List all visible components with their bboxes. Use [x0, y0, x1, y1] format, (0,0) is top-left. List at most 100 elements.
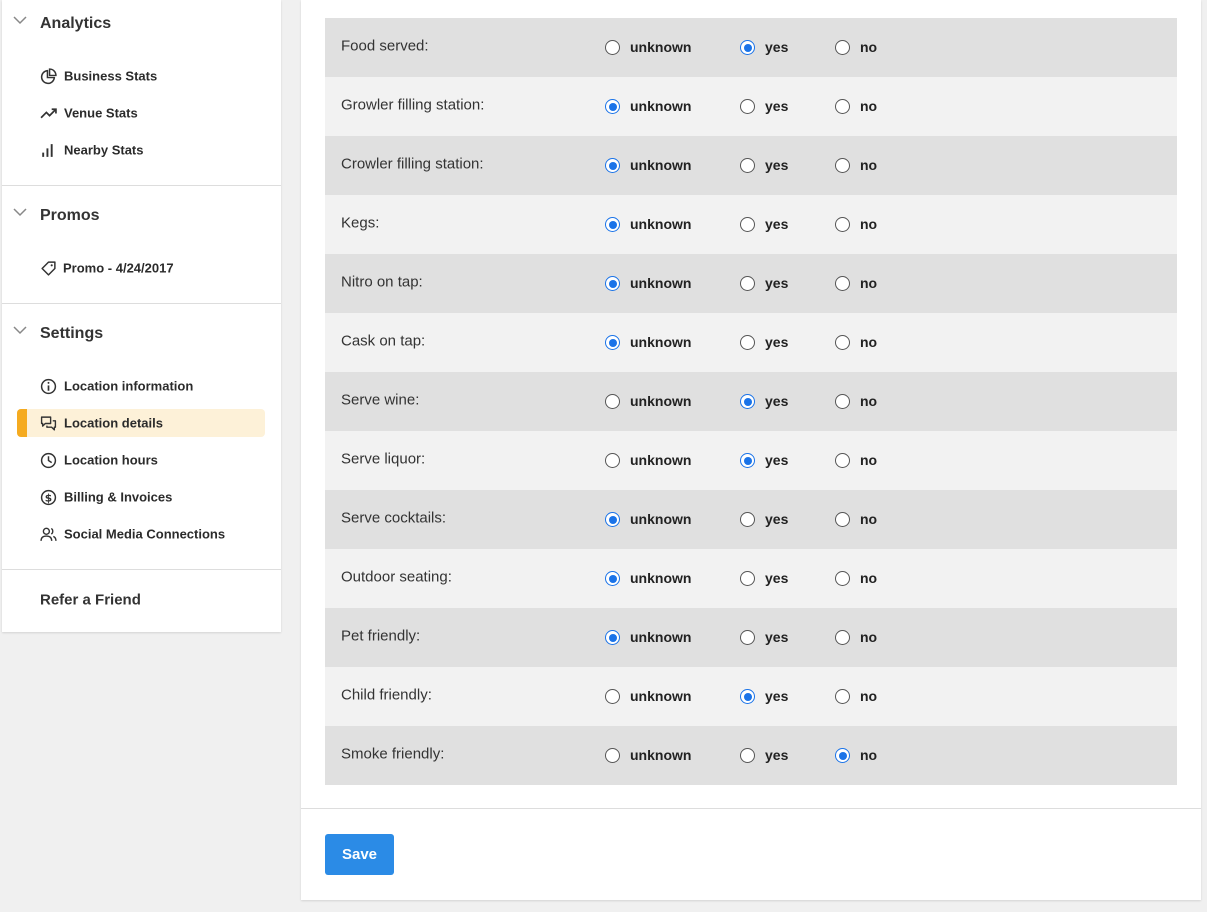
radio-label-no[interactable]: no [860, 570, 877, 586]
radio-button-unknown[interactable] [605, 99, 620, 114]
radio-button-unknown[interactable] [605, 748, 620, 763]
sidebar-item-label: Promo - 4/24/2017 [63, 260, 174, 276]
radio-button-yes[interactable] [740, 571, 755, 586]
radio-label-unknown[interactable]: unknown [630, 157, 691, 173]
radio-label-no[interactable]: no [860, 511, 877, 527]
radio-label-unknown[interactable]: unknown [630, 39, 691, 55]
radio-label-unknown[interactable]: unknown [630, 688, 691, 704]
radio-label-no[interactable]: no [860, 452, 877, 468]
radio-button-yes[interactable] [740, 158, 755, 173]
radio-label-yes[interactable]: yes [765, 570, 788, 586]
promos-section-header[interactable]: Promos [2, 202, 281, 226]
radio-label-yes[interactable]: yes [765, 511, 788, 527]
radio-label-no[interactable]: no [860, 216, 877, 232]
sidebar-item-nearby-stats[interactable]: Nearby Stats [17, 136, 265, 164]
radio-button-unknown[interactable] [605, 512, 620, 527]
radio-button-yes[interactable] [740, 630, 755, 645]
sidebar-item-location-details[interactable]: Location details [17, 409, 265, 437]
radio-label-unknown[interactable]: unknown [630, 511, 691, 527]
radio-label-yes[interactable]: yes [765, 39, 788, 55]
radio-label-no[interactable]: no [860, 393, 877, 409]
radio-label-unknown[interactable]: unknown [630, 216, 691, 232]
radio-button-yes[interactable] [740, 40, 755, 55]
radio-button-unknown[interactable] [605, 40, 620, 55]
radio-label-yes[interactable]: yes [765, 452, 788, 468]
sidebar-item-venue-stats[interactable]: Venue Stats [17, 99, 265, 127]
radio-button-no[interactable] [835, 99, 850, 114]
radio-label-no[interactable]: no [860, 747, 877, 763]
radio-button-yes[interactable] [740, 99, 755, 114]
analytics-section-header[interactable]: Analytics [2, 10, 281, 34]
radio-button-no[interactable] [835, 748, 850, 763]
radio-label-yes[interactable]: yes [765, 275, 788, 291]
refer-a-friend-link[interactable]: Refer a Friend [40, 592, 141, 609]
radio-label-yes[interactable]: yes [765, 688, 788, 704]
sidebar-item-billing-invoices[interactable]: $ Billing & Invoices [17, 483, 265, 511]
radio-button-no[interactable] [835, 630, 850, 645]
radio-label-unknown[interactable]: unknown [630, 393, 691, 409]
radio-button-unknown[interactable] [605, 394, 620, 409]
radio-label-yes[interactable]: yes [765, 393, 788, 409]
radio-button-yes[interactable] [740, 335, 755, 350]
radio-button-no[interactable] [835, 571, 850, 586]
radio-button-yes[interactable] [740, 276, 755, 291]
radio-label-unknown[interactable]: unknown [630, 334, 691, 350]
radio-label-no[interactable]: no [860, 629, 877, 645]
radio-button-unknown[interactable] [605, 217, 620, 232]
radio-label-no[interactable]: no [860, 157, 877, 173]
settings-section-header[interactable]: Settings [2, 320, 281, 344]
radio-button-no[interactable] [835, 276, 850, 291]
radio-label-yes[interactable]: yes [765, 157, 788, 173]
radio-button-unknown[interactable] [605, 571, 620, 586]
attribute-label: Smoke friendly: [341, 745, 445, 763]
chevron-down-icon[interactable] [13, 325, 27, 335]
radio-button-yes[interactable] [740, 512, 755, 527]
sidebar-item-social-media-connections[interactable]: Social Media Connections [17, 520, 265, 548]
radio-label-yes[interactable]: yes [765, 98, 788, 114]
radio-label-unknown[interactable]: unknown [630, 275, 691, 291]
radio-label-unknown[interactable]: unknown [630, 98, 691, 114]
radio-label-no[interactable]: no [860, 334, 877, 350]
radio-button-no[interactable] [835, 689, 850, 704]
radio-label-no[interactable]: no [860, 275, 877, 291]
radio-label-yes[interactable]: yes [765, 334, 788, 350]
radio-label-no[interactable]: no [860, 39, 877, 55]
radio-button-yes[interactable] [740, 394, 755, 409]
radio-button-unknown[interactable] [605, 276, 620, 291]
save-button[interactable]: Save [325, 834, 394, 875]
radio-button-no[interactable] [835, 40, 850, 55]
footer-divider [301, 808, 1201, 809]
radio-button-no[interactable] [835, 394, 850, 409]
radio-button-unknown[interactable] [605, 689, 620, 704]
radio-button-no[interactable] [835, 453, 850, 468]
radio-label-unknown[interactable]: unknown [630, 452, 691, 468]
sidebar: Analytics Business Stats Venue Stats Nea… [2, 0, 281, 632]
sidebar-item-location-hours[interactable]: Location hours [17, 446, 265, 474]
radio-button-no[interactable] [835, 158, 850, 173]
radio-button-unknown[interactable] [605, 630, 620, 645]
radio-button-yes[interactable] [740, 217, 755, 232]
radio-button-no[interactable] [835, 512, 850, 527]
sidebar-item-business-stats[interactable]: Business Stats [17, 62, 265, 90]
radio-label-no[interactable]: no [860, 688, 877, 704]
radio-label-unknown[interactable]: unknown [630, 747, 691, 763]
radio-label-no[interactable]: no [860, 98, 877, 114]
radio-button-yes[interactable] [740, 748, 755, 763]
radio-button-no[interactable] [835, 335, 850, 350]
radio-label-yes[interactable]: yes [765, 747, 788, 763]
sidebar-item-promo[interactable]: Promo - 4/24/2017 [17, 254, 265, 282]
chevron-down-icon[interactable] [13, 15, 27, 25]
radio-button-unknown[interactable] [605, 453, 620, 468]
radio-button-yes[interactable] [740, 453, 755, 468]
radio-label-unknown[interactable]: unknown [630, 570, 691, 586]
radio-label-yes[interactable]: yes [765, 629, 788, 645]
attribute-label: Serve liquor: [341, 450, 426, 468]
radio-button-unknown[interactable] [605, 158, 620, 173]
radio-button-no[interactable] [835, 217, 850, 232]
sidebar-item-location-information[interactable]: Location information [17, 372, 265, 400]
chevron-down-icon[interactable] [13, 207, 27, 217]
radio-button-yes[interactable] [740, 689, 755, 704]
radio-label-yes[interactable]: yes [765, 216, 788, 232]
radio-button-unknown[interactable] [605, 335, 620, 350]
radio-label-unknown[interactable]: unknown [630, 629, 691, 645]
